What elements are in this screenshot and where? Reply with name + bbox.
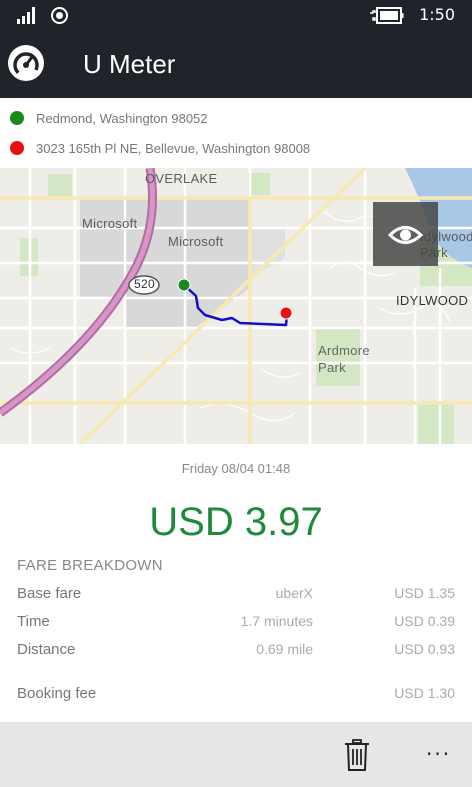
fare-row-amount: USD 0.39 — [394, 613, 455, 629]
start-address-row: Redmond, Washington 98052 — [10, 108, 208, 128]
map-view-toggle-button[interactable] — [373, 202, 438, 266]
battery-charging-icon — [370, 7, 404, 24]
speedometer-icon[interactable] — [7, 44, 45, 82]
status-clock: 1:50 — [419, 5, 455, 24]
map-label-microsoft-1: Microsoft — [82, 216, 138, 231]
end-address-row: 3023 165th Pl NE, Bellevue, Washington 9… — [10, 138, 310, 158]
trip-details: Friday 08/04 01:48 USD 3.97 FARE BREAKDO… — [0, 444, 472, 722]
map-label-highway: 520 — [134, 277, 155, 291]
fare-row-label: Booking fee — [17, 685, 97, 702]
map-start-marker — [177, 278, 191, 292]
fare-row-distance: Distance 0.69 mile USD 0.93 — [0, 641, 472, 663]
route-addresses: Redmond, Washington 98052 3023 165th Pl … — [0, 98, 472, 168]
end-marker-icon — [10, 141, 24, 155]
fare-row-detail: 1.7 minutes — [240, 613, 313, 629]
fare-row-amount: USD 0.93 — [394, 641, 455, 657]
eye-icon — [387, 226, 424, 244]
trip-date: Friday 08/04 01:48 — [181, 461, 291, 476]
status-bar: 1:50 — [0, 0, 472, 32]
map-label-overlake: OVERLAKE — [145, 171, 218, 186]
route-map[interactable]: OVERLAKE Microsoft Microsoft 520 Idylwoo… — [0, 168, 472, 444]
map-label-ardmore-park: Ardmore Park — [318, 343, 370, 375]
location-radio-icon — [51, 7, 68, 24]
fare-row-base: Base fare uberX USD 1.35 — [0, 585, 472, 607]
fare-row-amount: USD 1.35 — [394, 585, 455, 601]
fare-row-time: Time 1.7 minutes USD 0.39 — [0, 613, 472, 635]
fare-row-label: Base fare — [17, 585, 82, 602]
fare-row-detail: 0.69 mile — [256, 641, 313, 657]
trip-total-fare: USD 3.97 — [149, 500, 323, 544]
map-end-marker — [279, 306, 293, 320]
bottom-app-bar: ... — [0, 722, 472, 787]
fare-row-label: Distance — [17, 641, 76, 658]
fare-row-amount: USD 1.30 — [394, 685, 455, 701]
fare-row-label: Time — [17, 613, 50, 630]
trash-icon[interactable] — [344, 739, 370, 771]
app-bar: U Meter — [0, 32, 472, 98]
fare-row-booking-fee: Booking fee USD 1.30 — [0, 685, 472, 707]
map-label-microsoft-2: Microsoft — [168, 234, 224, 249]
end-address: 3023 165th Pl NE, Bellevue, Washington 9… — [36, 140, 311, 156]
signal-icon — [17, 7, 39, 24]
more-options-button[interactable]: ... — [426, 736, 451, 760]
map-label-idylwood: IDYLWOOD — [396, 293, 469, 308]
fare-breakdown-heading: FARE BREAKDOWN — [17, 557, 163, 574]
start-address: Redmond, Washington 98052 — [36, 110, 208, 126]
app-title: U Meter — [83, 49, 176, 79]
fare-row-detail: uberX — [275, 585, 313, 601]
start-marker-icon — [10, 111, 24, 125]
